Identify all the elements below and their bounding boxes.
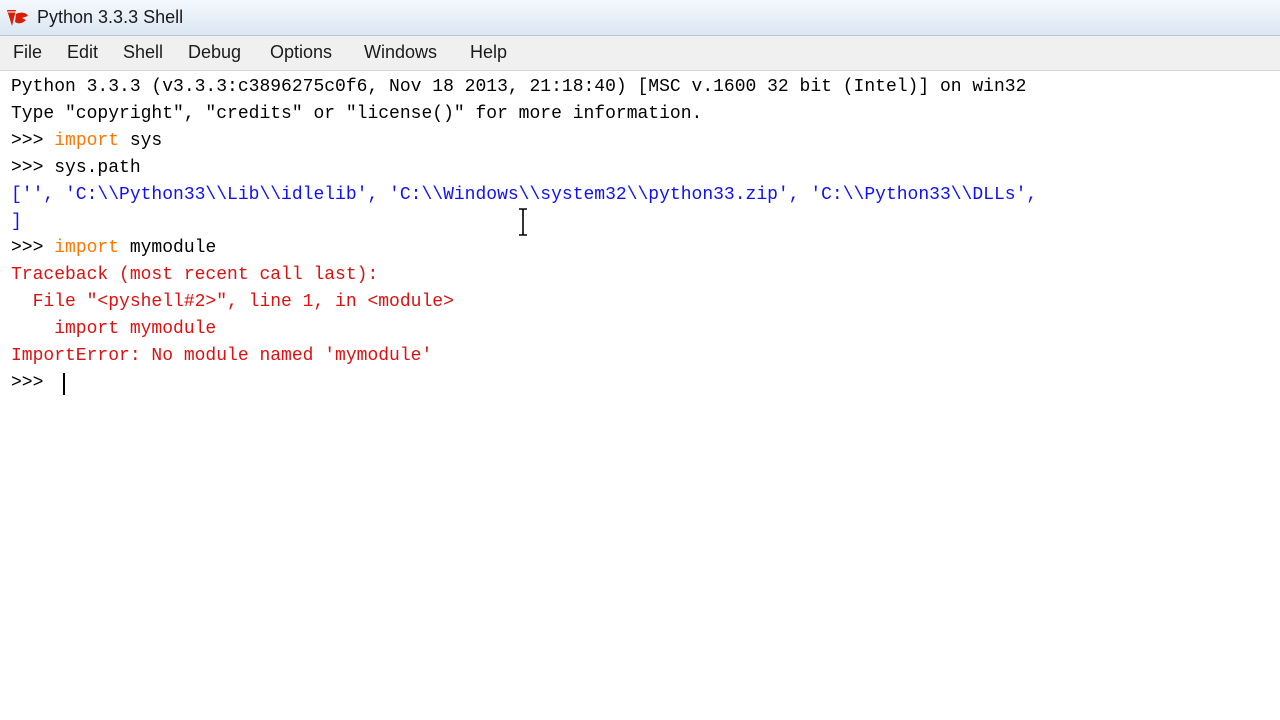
- shell-text-area[interactable]: Python 3.3.3 (v3.3.3:c3896275c0f6, Nov 1…: [0, 72, 1280, 720]
- prompt: >>>: [11, 373, 55, 393]
- command-text: sys.path: [54, 158, 141, 178]
- menu-help[interactable]: Help: [468, 42, 509, 63]
- prompt: >>>: [11, 158, 55, 178]
- command-line: >>> sys.path: [11, 155, 141, 182]
- traceback-line: Traceback (most recent call last):: [11, 265, 379, 285]
- keyword: import: [54, 131, 120, 151]
- error-message-line: ImportError: No module named 'mymodule': [11, 346, 433, 366]
- menu-debug[interactable]: Debug: [186, 42, 243, 63]
- command-line: >>> import mymodule: [11, 235, 216, 262]
- tk-feather-icon: [7, 10, 28, 26]
- input-prompt-line[interactable]: >>>: [11, 370, 54, 397]
- output-line: ['', 'C:\\Python33\\Lib\\idlelib', 'C:\\…: [11, 185, 1038, 205]
- banner-line: Type "copyright", "credits" or "license(…: [11, 104, 703, 124]
- menu-file[interactable]: File: [11, 42, 44, 63]
- idle-shell-window: Python 3.3.3 Shell File Edit Shell Debug…: [0, 0, 1280, 720]
- title-bar: Python 3.3.3 Shell: [0, 0, 1280, 36]
- prompt: >>>: [11, 131, 55, 151]
- menu-options[interactable]: Options: [268, 42, 334, 63]
- banner-line: Python 3.3.3 (v3.3.3:c3896275c0f6, Nov 1…: [11, 77, 1027, 97]
- command-line: >>> import sys: [11, 128, 162, 155]
- traceback-line: import mymodule: [11, 319, 217, 339]
- prompt: >>>: [11, 238, 55, 258]
- menu-edit[interactable]: Edit: [65, 42, 100, 63]
- menu-windows[interactable]: Windows: [362, 42, 439, 63]
- traceback-line: File "<pyshell#2>", line 1, in <module>: [11, 292, 454, 312]
- output-line: ]: [11, 212, 22, 232]
- ibeam-cursor-icon: [519, 208, 527, 236]
- window-title: Python 3.3.3 Shell: [37, 7, 184, 27]
- text-caret: [63, 373, 65, 395]
- keyword: import: [54, 238, 120, 258]
- command-text: mymodule: [119, 238, 217, 258]
- menu-bar: File Edit Shell Debug Options Windows He…: [0, 36, 1280, 71]
- command-text: sys: [119, 131, 163, 151]
- menu-shell[interactable]: Shell: [121, 42, 165, 63]
